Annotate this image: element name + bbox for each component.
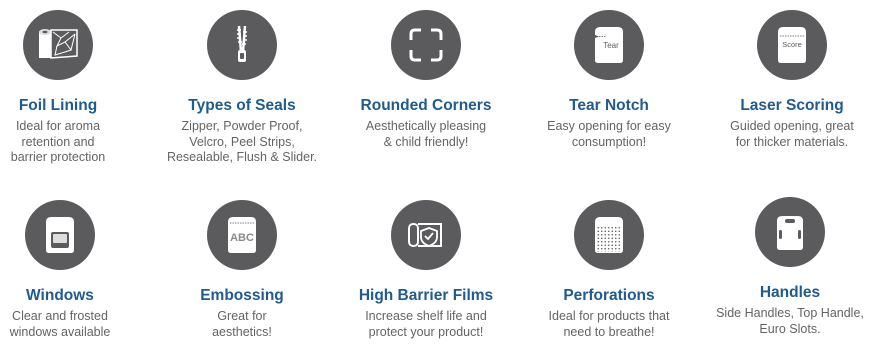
tear-notch-pouch-icon: Tear [574,10,644,80]
feature-title: Windows [26,287,94,304]
feature-description: Zipper, Powder Proof, Velcro, Peel Strip… [166,119,318,164]
shield-film-icon [391,200,461,270]
handle-pouch-icon [755,197,825,267]
feature-title: Handles [759,284,821,301]
feature-description: Guided opening, great for thicker materi… [730,119,854,149]
embossed-pouch-icon: ABC [207,200,277,270]
perforated-pouch-icon [574,200,644,270]
foil-roll-icon [23,10,93,80]
feature-high-barrier-films: High Barrier Films Increase shelf life a… [339,200,513,340]
window-pouch-icon [25,200,95,270]
feature-description: Clear and frosted windows available [9,309,111,339]
feature-title: High Barrier Films [358,287,494,304]
laser-score-pouch-icon: Score [757,10,827,80]
feature-windows: Windows Clear and frosted windows availa… [0,200,147,340]
feature-laser-scoring: Score Laser Scoring Guided opening, grea… [705,10,872,150]
feature-description: Ideal for products that need to breathe! [548,309,670,339]
score-label: Score [782,40,802,49]
feature-rounded-corners: Rounded Corners Aesthetically pleasing &… [339,10,513,150]
tear-label: Tear [603,41,619,50]
feature-types-of-seals: Types of Seals Zipper, Powder Proof, Vel… [155,10,329,166]
feature-perforations: Perforations Ideal for products that nee… [522,200,696,340]
feature-description: Aesthetically pleasing & child friendly! [365,119,487,149]
zipper-icon [207,10,277,80]
feature-title: Rounded Corners [360,97,492,114]
feature-tear-notch: Tear Tear Notch Easy opening for easy co… [522,10,696,150]
feature-description: Increase shelf life and protect your pro… [365,309,487,339]
feature-title: Tear Notch [569,97,649,114]
feature-title: Embossing [200,287,284,304]
feature-foil-lining: Foil Lining Ideal for aroma retention an… [0,10,145,166]
feature-title: Laser Scoring [740,97,844,114]
feature-embossing: ABC Embossing Great for aesthetics! [155,200,329,340]
feature-description: Ideal for aroma retention and barrier pr… [10,119,106,164]
feature-description: Great for aesthetics! [212,309,272,339]
feature-title: Perforations [563,287,655,304]
rounded-corners-icon [391,10,461,80]
feature-description: Side Handles, Top Handle, Euro Slots. [716,306,864,336]
feature-handles: Handles Side Handles, Top Handle, Euro S… [703,197,872,337]
feature-description: Easy opening for easy consumption! [547,119,671,149]
emboss-label: ABC [230,232,254,244]
feature-title: Foil Lining [18,97,98,114]
feature-title: Types of Seals [188,97,296,114]
